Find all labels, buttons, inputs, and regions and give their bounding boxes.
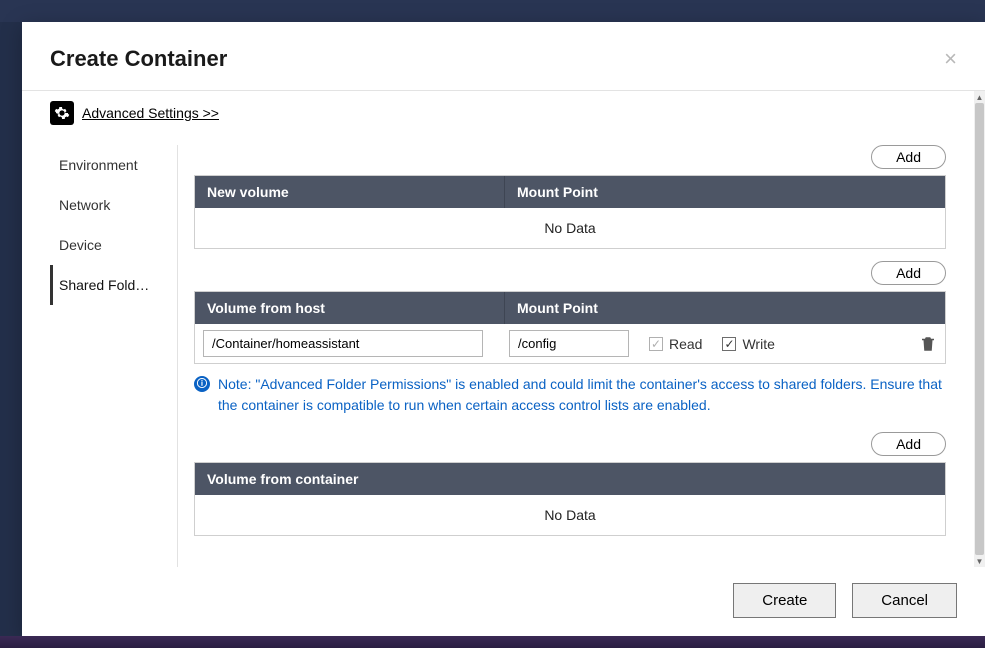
read-checkbox[interactable]: ✓ [649,337,663,351]
write-checkbox-wrap[interactable]: ✓ Write [722,336,774,352]
host-volume-table: Volume from host Mount Point ✓ Read [194,291,946,364]
info-icon: 🛈 [194,376,210,392]
column-header-volume-from-host: Volume from host [195,292,505,324]
sidenav-item-label: Shared Fold… [59,277,149,293]
advanced-settings-link[interactable]: Advanced Settings >> [82,105,219,121]
sidenav-item-label: Device [59,237,102,253]
scroll-down-arrow[interactable]: ▼ [974,555,985,567]
column-header-mount-point: Mount Point [505,292,945,324]
new-volume-table: New volume Mount Point No Data [194,175,946,249]
container-volume-empty: No Data [195,495,945,535]
note-text: Note: "Advanced Folder Permissions" is e… [218,374,946,416]
new-volume-section: Add New volume Mount Point No Data [194,145,946,249]
read-checkbox-wrap[interactable]: ✓ Read [649,336,702,352]
scroll-thumb[interactable] [975,103,984,555]
scroll-area: Advanced Settings >> Environment Network… [22,91,974,567]
sidenav-item-shared-folders[interactable]: Shared Fold… [50,265,177,305]
scroll-up-arrow[interactable]: ▲ [974,91,985,103]
add-host-volume-button[interactable]: Add [871,261,946,285]
sidenav-item-label: Environment [59,157,138,173]
column-header-volume-from-container: Volume from container [195,463,945,495]
new-volume-empty: No Data [195,208,945,248]
table-row: ✓ Read ✓ Write [195,324,945,363]
cancel-button[interactable]: Cancel [852,583,957,618]
create-container-modal: Create Container × Advanced Settings >> … [22,22,985,636]
write-checkbox[interactable]: ✓ [722,337,736,351]
add-new-volume-button[interactable]: Add [871,145,946,169]
side-nav: Environment Network Device Shared Fold… [50,145,178,567]
add-container-volume-button[interactable]: Add [871,432,946,456]
column-header-new-volume: New volume [195,176,505,208]
sidenav-item-device[interactable]: Device [50,225,177,265]
column-header-mount-point: Mount Point [505,176,945,208]
delete-row-icon[interactable] [919,335,937,353]
background-left-strip [0,22,22,648]
gear-icon [50,101,74,125]
mount-point-input[interactable] [509,330,629,357]
sidenav-item-environment[interactable]: Environment [50,145,177,185]
modal-title: Create Container [50,46,227,72]
container-volume-table: Volume from container No Data [194,462,946,536]
bottom-edge [0,636,985,648]
read-label: Read [669,336,702,352]
modal-body: Advanced Settings >> Environment Network… [22,91,985,567]
advanced-settings-row: Advanced Settings >> [50,91,946,127]
volume-from-host-section: Add Volume from host Mount Point [194,261,946,416]
vertical-scrollbar[interactable]: ▲ ▼ [974,91,985,567]
modal-header: Create Container × [22,22,985,91]
content-area: Add New volume Mount Point No Data [178,145,946,567]
create-button[interactable]: Create [733,583,836,618]
host-path-input[interactable] [203,330,483,357]
permissions-note: 🛈 Note: "Advanced Folder Permissions" is… [194,374,946,416]
sidenav-item-label: Network [59,197,110,213]
modal-footer: Create Cancel [22,567,985,636]
write-label: Write [742,336,774,352]
sidenav-item-network[interactable]: Network [50,185,177,225]
volume-from-container-section: Add Volume from container No Data [194,432,946,536]
close-icon[interactable]: × [944,48,957,70]
